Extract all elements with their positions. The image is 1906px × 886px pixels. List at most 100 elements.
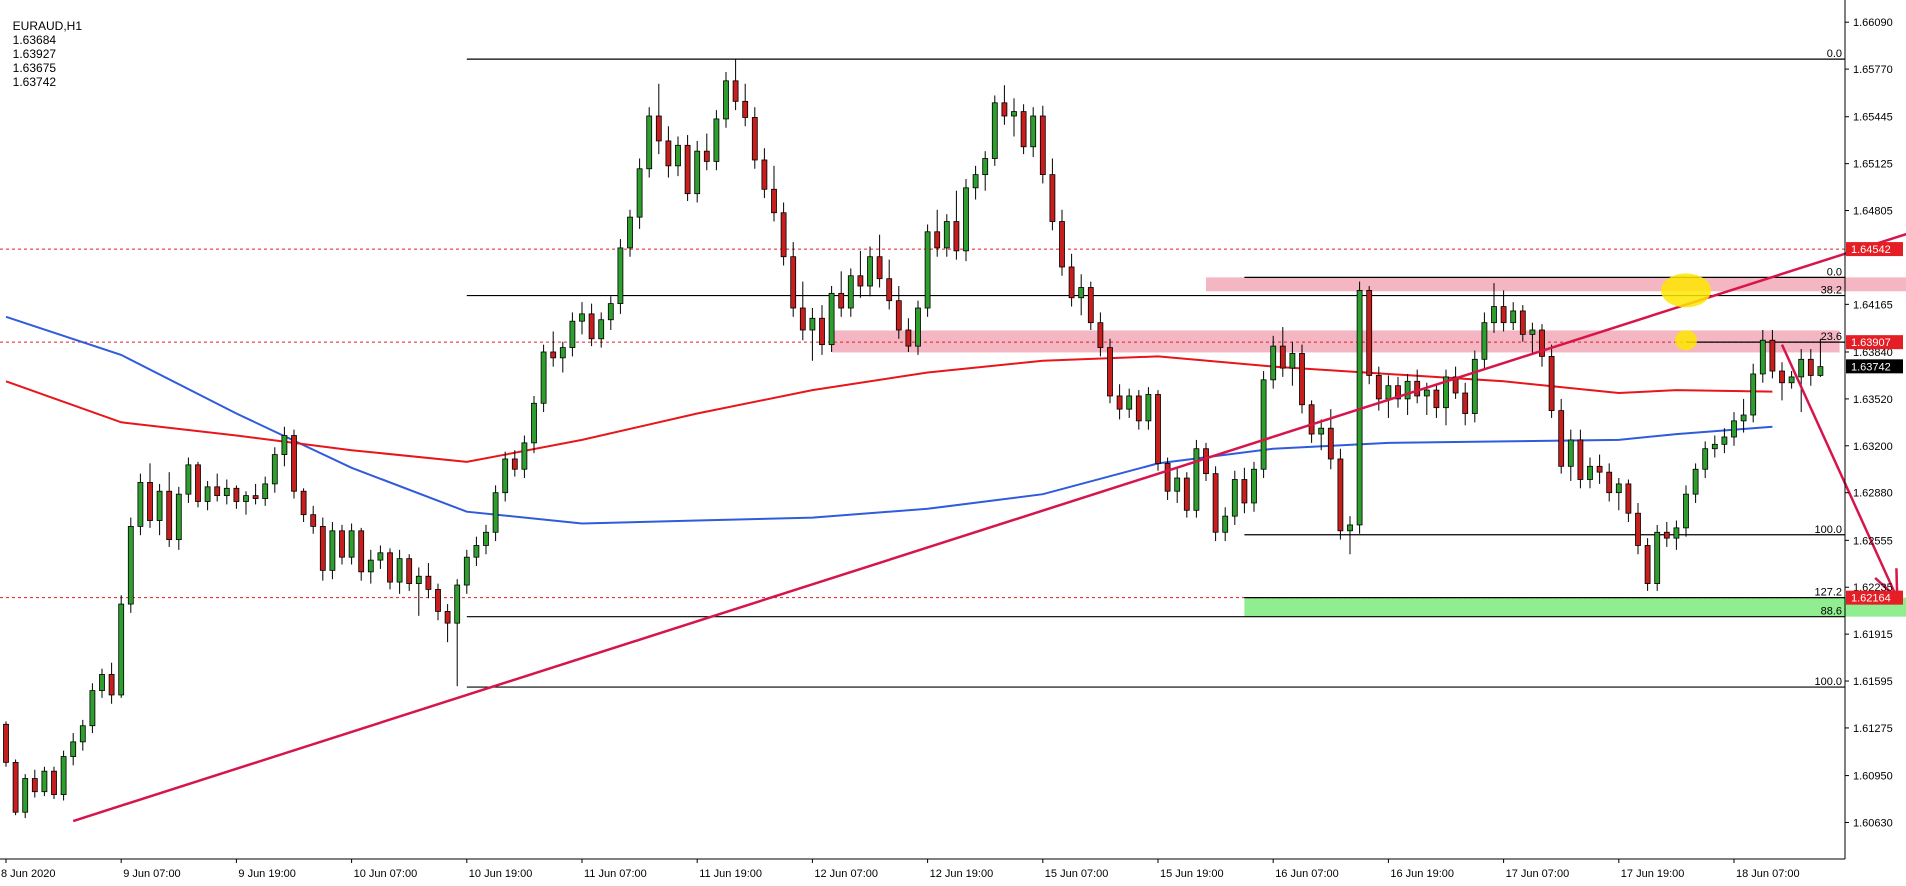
candle-body (1558, 410, 1565, 467)
candle-body (694, 150, 701, 195)
candle-body (1222, 515, 1229, 533)
candle-body (1251, 468, 1257, 504)
price-tag-label: 1.64542 (1851, 244, 1891, 256)
candle-body (1241, 479, 1248, 504)
candle-body (348, 530, 355, 558)
candle-body (175, 493, 182, 540)
upper-resistance-zone (1206, 277, 1906, 292)
candle-body (703, 150, 710, 162)
candle-body (1068, 266, 1075, 299)
candle-body (598, 319, 605, 340)
close-price: 1.63742 (12, 75, 57, 89)
candle-body (415, 575, 422, 584)
candle-body (358, 530, 365, 573)
candle-body (1711, 443, 1718, 450)
candle-body (550, 351, 557, 359)
candle-body (521, 442, 528, 470)
time-tick-label: 9 Jun 19:00 (238, 868, 296, 880)
candle-body (1126, 395, 1133, 410)
price-tick-label: 1.62880 (1853, 488, 1893, 500)
candle-body (943, 221, 950, 249)
candle-body (1807, 358, 1814, 376)
candle-body (1366, 290, 1373, 376)
candle-body (723, 80, 729, 120)
time-tick-label: 12 Jun 19:00 (930, 868, 994, 880)
candle-body (99, 674, 105, 691)
candle-body (991, 102, 998, 159)
candle-body (1414, 380, 1421, 397)
candle-body (1087, 287, 1094, 324)
candle-body (713, 118, 720, 162)
candle-body (665, 140, 672, 167)
price-tick-label: 1.66090 (1853, 17, 1893, 29)
time-tick-label: 12 Jun 07:00 (814, 868, 878, 880)
candle-body (204, 486, 211, 502)
price-tag-label: 1.63907 (1851, 337, 1891, 349)
fib-level-label: 38.2 (1821, 285, 1842, 297)
candle-body (1404, 380, 1411, 400)
time-tick-label: 11 Jun 19:00 (699, 868, 762, 880)
candle-body (1385, 385, 1392, 400)
highlight-ellipse (1661, 273, 1711, 308)
candle-body (1107, 347, 1113, 397)
candle-body (1587, 465, 1593, 480)
candle-body (857, 275, 864, 287)
candle-body (1750, 373, 1757, 416)
candle-body (847, 275, 854, 309)
candle-body (51, 770, 57, 796)
symbol-header: EURAUD,H1 1.63684 1.63927 1.63675 1.6374… (6, 5, 88, 89)
candle-body (886, 278, 893, 302)
candle-body (934, 231, 941, 249)
candle-body (118, 603, 125, 696)
candle-body (1203, 448, 1209, 475)
time-tick-label: 15 Jun 19:00 (1160, 868, 1224, 880)
candle-body (1529, 329, 1536, 335)
price-tick-label: 1.65770 (1853, 64, 1893, 76)
candle-body (1059, 221, 1065, 268)
candle-body (1625, 483, 1632, 514)
candle-body (1462, 392, 1469, 414)
candle-body (1001, 102, 1008, 117)
open-price: 1.63684 (12, 33, 57, 47)
candle-body (1231, 479, 1238, 517)
price-tick-label: 1.61595 (1853, 676, 1893, 688)
candle-body (1049, 174, 1056, 222)
candle-body (60, 756, 67, 796)
candle-body (1174, 477, 1181, 492)
candle-body (540, 351, 547, 404)
candle-body (771, 188, 777, 214)
candle-body (406, 558, 413, 584)
candle-body (1721, 436, 1728, 445)
time-tick-label: 15 Jun 07:00 (1045, 868, 1109, 880)
candle-body (1644, 545, 1651, 584)
candle-body (1308, 404, 1315, 435)
time-tick-label: 16 Jun 19:00 (1390, 868, 1454, 880)
price-tick-label: 1.61915 (1853, 629, 1893, 641)
candle-body (1155, 394, 1161, 464)
candle-body (1779, 370, 1785, 384)
candle-body (1471, 358, 1478, 414)
candle-body (982, 158, 989, 176)
candle-body (70, 741, 77, 757)
high-price: 1.63927 (12, 47, 57, 61)
candle-body (1337, 458, 1344, 532)
price-tag-label: 1.62164 (1851, 593, 1891, 605)
candle-body (12, 761, 19, 813)
candle-body (31, 778, 38, 793)
fib-level-label: 100.0 (1814, 524, 1842, 536)
candle-body (271, 454, 278, 485)
candle-body (1788, 376, 1795, 384)
candle-body (1116, 395, 1123, 410)
candle-body (790, 256, 797, 309)
candle-body (819, 317, 825, 346)
candle-body (1020, 111, 1027, 148)
candle-body (838, 292, 845, 309)
candle-body (1164, 462, 1171, 492)
candle-body (41, 770, 48, 793)
candle-body (1347, 524, 1353, 532)
candle-body (1135, 395, 1142, 422)
candle-body (444, 611, 451, 624)
candle-body (1577, 439, 1584, 480)
candle-body (483, 531, 489, 546)
candle-body (1635, 512, 1641, 546)
